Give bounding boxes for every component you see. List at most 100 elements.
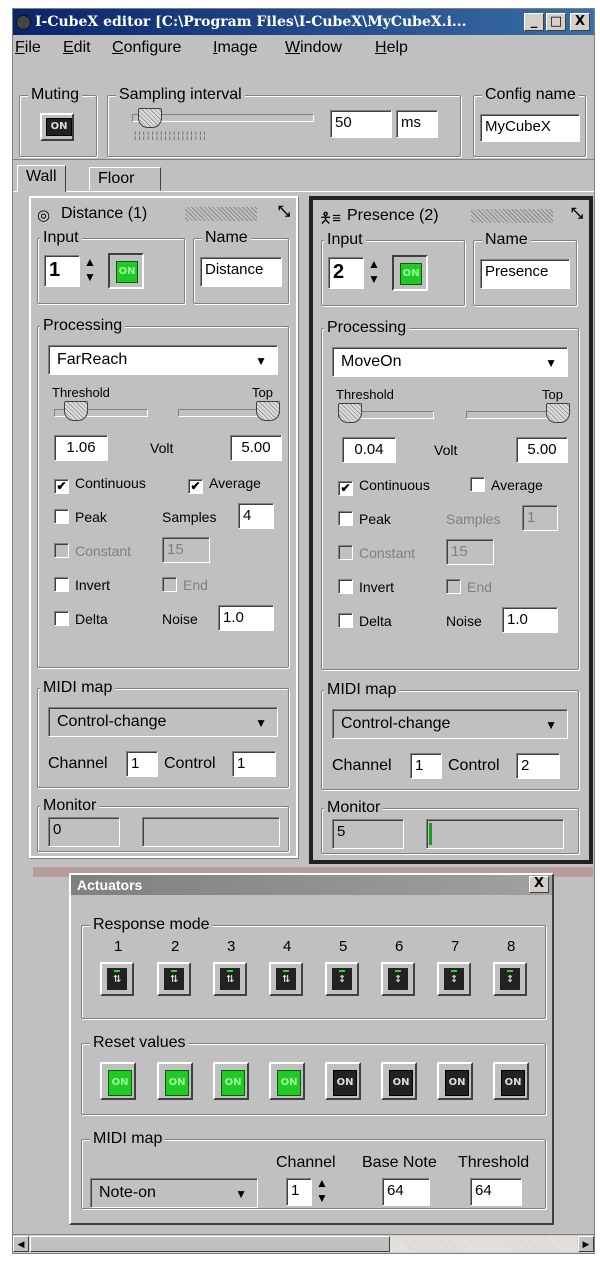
panel-header[interactable]: ◎ Distance (1) ⤡ (37, 203, 290, 227)
top-slider-thumb[interactable] (256, 401, 280, 421)
constant-checkbox[interactable]: Constant (338, 545, 415, 561)
menu-edit[interactable]: Edit (63, 39, 91, 57)
threshold-value-field[interactable]: 0.04 (342, 437, 396, 463)
actuators-channel-spinner[interactable]: ▲ ▼ (314, 1176, 330, 1208)
response-mode-button-5[interactable]: ↕ (325, 962, 359, 996)
tab-wall[interactable]: Wall (17, 165, 66, 192)
horizontal-scrollbar[interactable]: ◀ ▶ (13, 1234, 594, 1253)
menu-image[interactable]: Image (213, 39, 257, 57)
threshold-label: Threshold (458, 1154, 530, 1171)
peak-checkbox[interactable]: Peak (338, 511, 391, 527)
reset-value-button-6[interactable]: ON (381, 1062, 417, 1100)
config-name-field[interactable]: MyCubeX (480, 114, 580, 142)
checkmark-icon: ✔ (338, 481, 353, 496)
sensor-panel-distance: ◎ Distance (1) ⤡ Input 1 ▲ ▼ ON Name Dist… (29, 196, 298, 858)
end-checkbox[interactable]: End (446, 579, 492, 595)
menu-file[interactable]: File (15, 39, 41, 57)
input-spinner[interactable]: ▲ ▼ (366, 257, 382, 289)
processing-select[interactable]: MoveOn ▼ (332, 347, 568, 377)
scroll-left-icon[interactable]: ◀ (13, 1236, 29, 1252)
reset-value-button-3[interactable]: ON (213, 1062, 249, 1100)
reset-value-button-8[interactable]: ON (493, 1062, 529, 1100)
actuators-channel-field[interactable]: 1 (286, 1178, 312, 1206)
invert-checkbox[interactable]: Invert (54, 577, 110, 593)
collapse-icon[interactable]: ⤡ (278, 203, 290, 220)
average-checkbox[interactable]: Average (470, 477, 543, 493)
scroll-thumb[interactable] (30, 1236, 390, 1252)
reset-value-button-4[interactable]: ON (269, 1062, 305, 1100)
samples-field: 1 (522, 505, 558, 531)
app-icon (16, 15, 31, 30)
menu-help[interactable]: Help (375, 39, 408, 57)
actuators-midi-select[interactable]: Note-on ▼ (90, 1178, 258, 1208)
base-note-field[interactable]: 64 (382, 1178, 430, 1206)
threshold-slider-thumb[interactable] (64, 401, 88, 421)
end-checkbox[interactable]: End (162, 577, 208, 593)
invert-checkbox[interactable]: Invert (338, 579, 394, 595)
actuators-threshold-field[interactable]: 64 (470, 1178, 522, 1206)
top-value-field[interactable]: 5.00 (230, 435, 282, 461)
maximize-button[interactable]: □ (546, 13, 566, 31)
input-number-field[interactable]: 1 (44, 255, 80, 287)
base-note-label: Base Note (362, 1154, 437, 1171)
threshold-value-field[interactable]: 1.06 (54, 435, 108, 461)
reset-value-button-1[interactable]: ON (100, 1062, 136, 1100)
menu-window[interactable]: Window (285, 39, 342, 57)
input-on-button[interactable]: ON (108, 253, 144, 289)
input-number-field[interactable]: 2 (328, 257, 364, 289)
scroll-right-icon[interactable]: ▶ (578, 1236, 594, 1252)
input-on-button[interactable]: ON (392, 255, 428, 291)
minimize-button[interactable]: _ (524, 13, 544, 31)
response-mode-button-4[interactable]: ⇅ (269, 962, 303, 996)
top-value-field[interactable]: 5.00 (516, 437, 568, 463)
monitor-label: Monitor (40, 797, 100, 815)
reset-value-button-2[interactable]: ON (157, 1062, 193, 1100)
close-button[interactable]: X (570, 13, 590, 31)
response-mode-button-3[interactable]: ⇅ (213, 962, 247, 996)
sampling-slider-thumb[interactable] (138, 108, 162, 128)
sampling-interval-field[interactable]: 50 (330, 110, 392, 138)
response-mode-button-7[interactable]: ↕ (437, 962, 471, 996)
collapse-icon[interactable]: ⤡ (571, 205, 583, 222)
processing-select[interactable]: FarReach ▼ (48, 345, 278, 375)
name-field[interactable]: Distance (200, 257, 282, 287)
muting-button[interactable]: ON (40, 113, 74, 141)
threshold-slider-thumb[interactable] (338, 403, 362, 423)
panel-drag-handle[interactable] (185, 207, 257, 221)
peak-checkbox[interactable]: Peak (54, 509, 107, 525)
noise-field[interactable]: 1.0 (218, 605, 274, 631)
delta-checkbox[interactable]: Delta (338, 613, 392, 629)
scroll-track[interactable] (30, 1236, 577, 1252)
constant-checkbox[interactable]: Constant (54, 543, 131, 559)
channel-field[interactable]: 1 (410, 753, 442, 779)
control-field[interactable]: 1 (232, 751, 276, 777)
channel-label: Channel (332, 757, 392, 774)
response-mode-button-6[interactable]: ↕ (381, 962, 415, 996)
samples-field[interactable]: 4 (238, 503, 274, 529)
average-checkbox[interactable]: ✔ Average (188, 475, 261, 494)
input-spinner[interactable]: ▲ ▼ (82, 255, 98, 287)
response-mode-button-2[interactable]: ⇅ (157, 962, 191, 996)
menu-configure[interactable]: Configure (112, 39, 181, 57)
editor-window: I-CubeX editor [C:\Program Files\I-CubeX… (12, 8, 595, 1254)
response-mode-button-1[interactable]: ⇅ (100, 962, 134, 996)
noise-field[interactable]: 1.0 (502, 607, 558, 633)
reset-value-button-5[interactable]: ON (325, 1062, 361, 1100)
title-bar[interactable]: I-CubeX editor [C:\Program Files\I-CubeX… (13, 9, 594, 35)
midi-map-select[interactable]: Control-change ▼ (48, 707, 278, 737)
response-mode-button-8[interactable]: ↕ (493, 962, 527, 996)
panel-drag-handle[interactable] (471, 209, 553, 223)
delta-checkbox[interactable]: Delta (54, 611, 108, 627)
actuators-close-button[interactable]: X (529, 876, 549, 893)
control-field[interactable]: 2 (516, 753, 560, 779)
midi-map-select[interactable]: Control-change ▼ (332, 709, 568, 739)
reset-value-button-7[interactable]: ON (437, 1062, 473, 1100)
actuators-title-bar[interactable]: Actuators X (71, 875, 552, 895)
tab-floor[interactable]: Floor (89, 167, 161, 191)
continuous-checkbox[interactable]: ✔ Continuous (338, 477, 430, 496)
name-field[interactable]: Presence (480, 259, 570, 289)
top-slider-thumb[interactable] (546, 403, 570, 423)
panel-header[interactable]: 🯅≡ Presence (2) ⤡ (319, 205, 583, 229)
continuous-checkbox[interactable]: ✔ Continuous (54, 475, 146, 494)
channel-field[interactable]: 1 (126, 751, 158, 777)
